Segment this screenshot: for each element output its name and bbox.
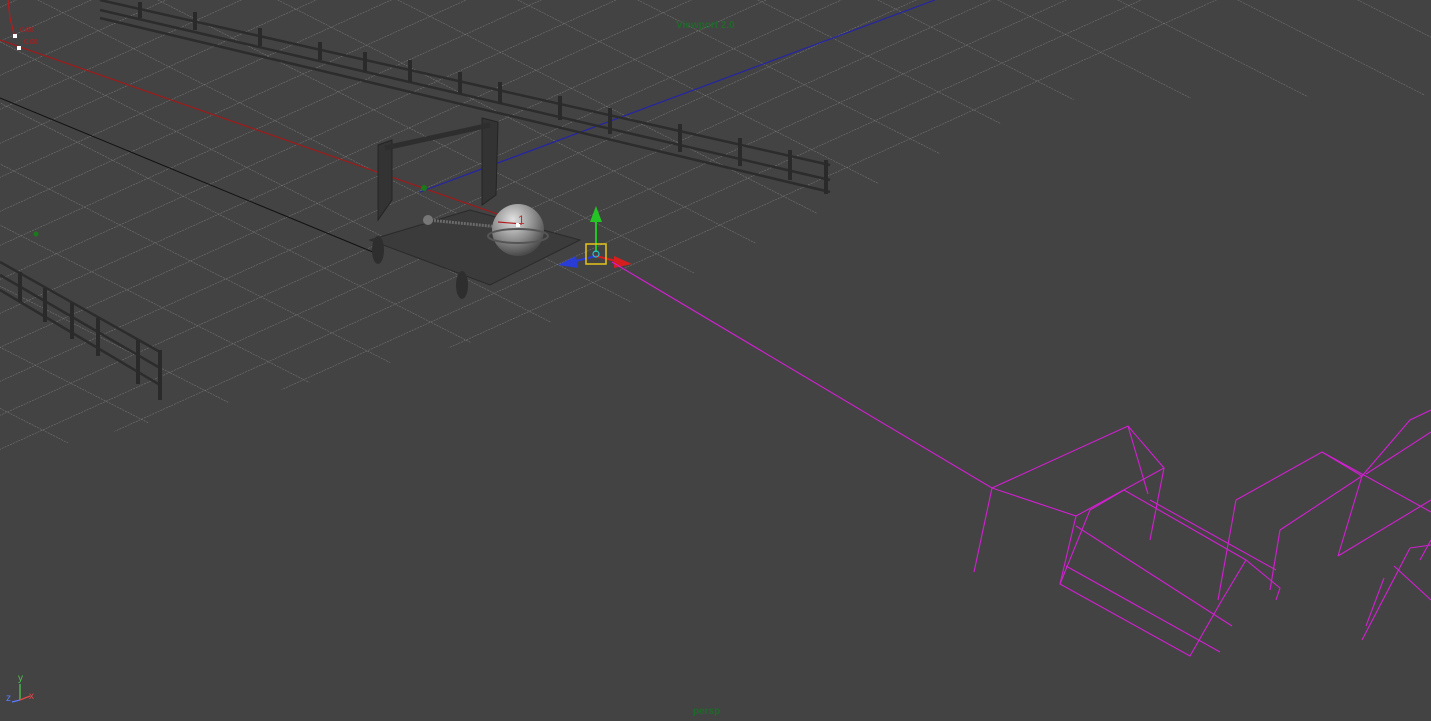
axis-z-label: z bbox=[6, 693, 11, 704]
grid-line bbox=[0, 0, 1431, 269]
ground-grid bbox=[0, 0, 1431, 460]
camera-name-label: persp bbox=[693, 706, 721, 717]
catapult[interactable]: 1 bbox=[368, 117, 582, 299]
grid-line bbox=[1239, 0, 1431, 460]
corner-locator[interactable]: 0.00 0.00 bbox=[7, 0, 38, 50]
grid-line bbox=[159, 0, 1261, 460]
grid-line bbox=[639, 0, 1431, 460]
grid-line bbox=[999, 0, 1431, 460]
grid-line bbox=[879, 0, 1431, 460]
svg-text:0.00: 0.00 bbox=[24, 39, 38, 46]
wireframe-object[interactable] bbox=[611, 261, 1431, 657]
grid-line bbox=[0, 0, 421, 460]
scene-3d-view[interactable]: 0.00 0.00 1 bbox=[0, 0, 1431, 721]
grid-line bbox=[0, 0, 1431, 337]
grid-line bbox=[0, 0, 1431, 235]
grid-line bbox=[1119, 0, 1431, 460]
catapult-crossbar bbox=[384, 122, 491, 151]
grid-line bbox=[0, 0, 181, 460]
grid-line bbox=[0, 0, 1431, 439]
locator-label: 1 bbox=[518, 213, 525, 227]
catapult-base bbox=[368, 209, 582, 286]
grid-line bbox=[0, 0, 61, 460]
grid-line bbox=[0, 0, 1431, 405]
dark-reference-line bbox=[0, 97, 381, 256]
grid-line bbox=[0, 0, 1431, 65]
catapult-wheel-back bbox=[456, 271, 468, 299]
grid-line bbox=[0, 0, 1431, 460]
world-x-axis-line bbox=[0, 39, 521, 223]
grid-line bbox=[0, 0, 1431, 460]
catapult-arm-pivot bbox=[423, 215, 433, 225]
renderer-label: Viewport 2.0 bbox=[676, 20, 735, 31]
grid-line bbox=[0, 0, 1431, 460]
grid-line bbox=[0, 0, 1431, 460]
catapult-wheel-front bbox=[372, 236, 384, 264]
fence-left-posts bbox=[18, 272, 162, 400]
viewport-panel[interactable]: 0.00 0.00 1 Viewport 2.0 persp y z x bbox=[0, 0, 1431, 721]
axis-y-label: y bbox=[18, 673, 23, 684]
svg-text:0.00: 0.00 bbox=[20, 27, 34, 34]
catapult-frame-left bbox=[377, 139, 393, 222]
grid-line bbox=[0, 0, 781, 460]
axis-indicator-lines bbox=[11, 684, 31, 703]
catapult-frame-right bbox=[481, 117, 499, 206]
grid-line bbox=[0, 0, 1431, 99]
grid-line bbox=[1359, 0, 1431, 460]
move-z-arrow[interactable] bbox=[558, 256, 578, 268]
axis-x-label: x bbox=[29, 691, 34, 702]
grid-line bbox=[0, 0, 301, 460]
grid-line bbox=[0, 0, 1431, 371]
grid-line bbox=[759, 0, 1431, 460]
move-y-arrow[interactable] bbox=[590, 206, 602, 222]
